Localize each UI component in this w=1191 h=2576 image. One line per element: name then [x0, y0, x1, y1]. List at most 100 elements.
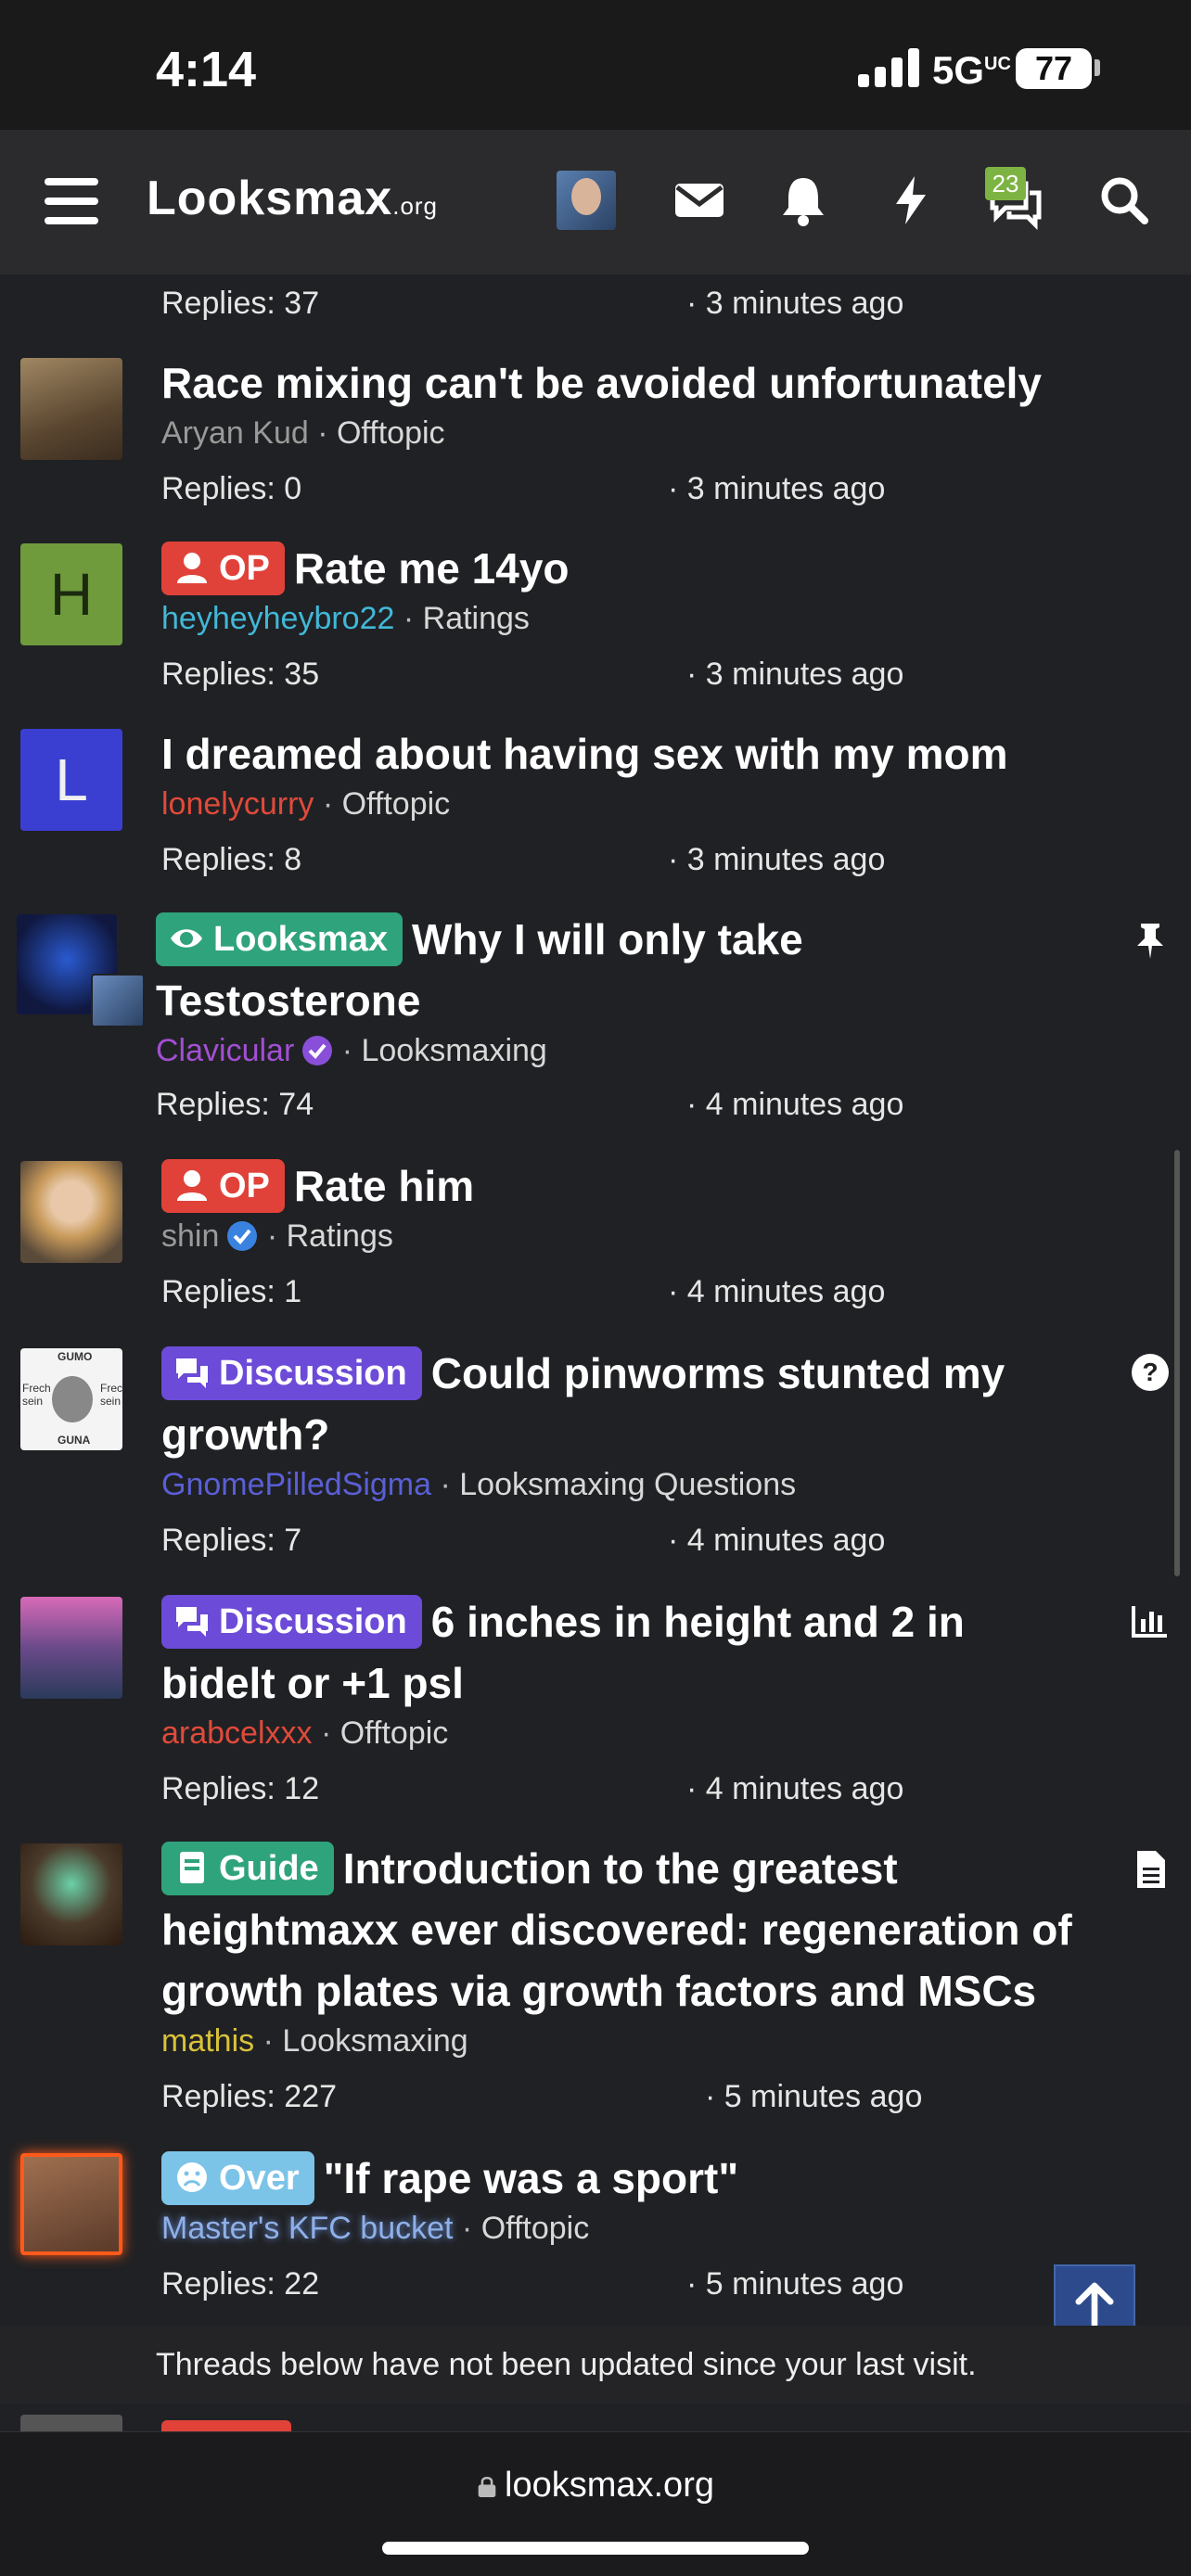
document-icon	[1137, 1851, 1165, 1888]
thread-time[interactable]: · 4 minutes ago	[686, 1771, 903, 1807]
menu-icon[interactable]	[45, 178, 98, 224]
thread-forum[interactable]: Offtopic	[340, 1715, 449, 1751]
avatar[interactable]	[20, 358, 122, 460]
thread-replies: Replies: 7	[161, 1523, 302, 1558]
thread-title[interactable]: OP Rate him	[161, 1155, 1126, 1217]
browser-url-bar[interactable]: looksmax.org	[0, 2431, 1191, 2576]
thread-meta: GnomePilledSigma · Looksmaxing Questions	[161, 1467, 797, 1502]
verified-icon	[302, 1036, 333, 1065]
question-icon: ?	[1132, 1354, 1169, 1391]
thread-time[interactable]: · 3 minutes ago	[686, 657, 903, 693]
thread-replies: Replies: 35	[161, 657, 320, 692]
thread-title[interactable]: Looksmax Why I will only take Testosterone	[156, 909, 1126, 1031]
mail-icon[interactable]	[670, 171, 729, 230]
chat-icon	[176, 1607, 208, 1637]
avatar[interactable]	[20, 2153, 122, 2255]
avatar[interactable]	[20, 2415, 122, 2431]
book-icon	[180, 1852, 204, 1883]
thread-time[interactable]: · 5 minutes ago	[705, 2079, 922, 2115]
thread-time[interactable]: · 3 minutes ago	[668, 471, 885, 507]
home-indicator[interactable]	[382, 2542, 809, 2555]
thread-forum[interactable]: Ratings	[423, 601, 530, 636]
thread-forum[interactable]: Looksmaxing	[361, 1033, 546, 1068]
site-logo[interactable]: Looksmax.org	[147, 171, 438, 226]
thread-time[interactable]: · 4 minutes ago	[668, 1274, 885, 1310]
thread-author[interactable]: GnomePilledSigma	[161, 1467, 431, 1502]
avatar[interactable]: H	[20, 543, 122, 645]
url-display[interactable]: looksmax.org	[0, 2466, 1191, 2506]
thread-meta: shin · Ratings	[161, 1218, 393, 1254]
battery-icon: 77	[1016, 48, 1092, 89]
thread-author[interactable]: Master's KFC bucket	[161, 2211, 453, 2246]
thread-time[interactable]: · 3 minutes ago	[686, 286, 903, 322]
thread-author[interactable]: lonelycurry	[161, 786, 314, 822]
prefix-discussion[interactable]: Discussion	[161, 1595, 422, 1649]
thread-replies: Replies: 37	[161, 286, 320, 321]
thread-meta: arabcelxxx · Offtopic	[161, 1715, 449, 1751]
thread-replies: Replies: 227	[161, 2079, 338, 2114]
thread-title[interactable]: I dreamed about having sex with my mom	[161, 723, 1126, 784]
conversations-badge: 23	[985, 167, 1026, 200]
prefix-op[interactable]: OP	[161, 542, 285, 595]
prefix-discussion[interactable]: Discussion	[161, 1346, 422, 1400]
thread-author[interactable]: arabcelxxx	[161, 1715, 313, 1751]
user-icon	[177, 553, 207, 583]
avatar[interactable]: L	[20, 729, 122, 831]
scrollbar[interactable]	[1174, 1150, 1180, 1576]
thread-forum[interactable]: Offtopic	[342, 786, 451, 822]
thread-meta: Master's KFC bucket · Offtopic	[161, 2211, 590, 2246]
lightning-icon[interactable]	[881, 171, 941, 230]
eye-icon	[171, 929, 202, 948]
avatar[interactable]	[20, 1843, 122, 1945]
thread-forum[interactable]: Offtopic	[481, 2211, 590, 2246]
thread-author[interactable]: heyheyheybro22	[161, 601, 394, 636]
thread-meta: Clavicular · Looksmaxing	[156, 1033, 547, 1068]
prefix-op[interactable]	[161, 2420, 291, 2431]
thread-title[interactable]: Discussion Could pinworms stunted my growt…	[161, 1343, 1126, 1465]
thread-meta: lonelycurry · Offtopic	[161, 786, 451, 822]
thread-forum[interactable]: Ratings	[287, 1218, 393, 1254]
status-time: 4:14	[156, 42, 257, 97]
thread-time[interactable]: · 5 minutes ago	[686, 2266, 903, 2302]
thread-title[interactable]: Race mixing can't be avoided unfortunate…	[161, 352, 1126, 414]
thread-time[interactable]: · 4 minutes ago	[668, 1523, 885, 1559]
user-avatar[interactable]	[557, 171, 616, 230]
avatar[interactable]: GUMO Frech sein Frech sein GUNA	[20, 1348, 122, 1450]
chat-icon	[176, 1358, 208, 1388]
unread-divider-note: Threads below have not been updated sinc…	[0, 2326, 1191, 2404]
status-bar: 4:14 5GUC 77	[0, 0, 1191, 130]
avatar[interactable]	[20, 1597, 122, 1699]
thread-author[interactable]: Clavicular	[156, 1033, 294, 1068]
thread-forum[interactable]: Looksmaxing	[282, 2023, 467, 2059]
thread-title[interactable]: Guide Introduction to the greatest heightm…	[161, 1838, 1126, 2021]
thread-author[interactable]: shin	[161, 1218, 219, 1254]
thread-title[interactable]: OP Rate me 14yo	[161, 538, 1126, 599]
thread-author[interactable]: Aryan Kud	[161, 415, 309, 451]
thread-replies: Replies: 12	[161, 1771, 320, 1806]
avatar[interactable]	[20, 1161, 122, 1263]
thread-author[interactable]: mathis	[161, 2023, 254, 2059]
prefix-over[interactable]: Over	[161, 2151, 314, 2205]
prefix-op[interactable]: OP	[161, 1159, 285, 1213]
signal-icon	[858, 48, 923, 87]
prefix-guide[interactable]: Guide	[161, 1842, 334, 1895]
thread-forum[interactable]: Looksmaxing Questions	[459, 1467, 796, 1502]
poll-icon	[1132, 1606, 1167, 1638]
thread-replies: Replies: 74	[156, 1087, 314, 1122]
prefix-looksmax[interactable]: Looksmax	[156, 912, 403, 966]
thread-forum[interactable]: Offtopic	[337, 415, 445, 451]
network-label: 5GUC	[932, 48, 1011, 92]
thread-title[interactable]: Over "If rape was a sport"	[161, 2148, 1126, 2209]
thread-replies: Replies: 1	[161, 1274, 302, 1309]
search-icon[interactable]	[1095, 171, 1154, 230]
sad-face-icon	[177, 2162, 207, 2192]
bell-icon[interactable]	[774, 171, 833, 230]
thread-title[interactable]: Discussion 6 inches in height and 2 in bid…	[161, 1591, 1126, 1714]
thread-meta: mathis · Looksmaxing	[161, 2023, 468, 2059]
secondary-avatar[interactable]	[91, 974, 145, 1027]
thread-time[interactable]: · 4 minutes ago	[686, 1087, 903, 1123]
thread-replies: Replies: 8	[161, 842, 302, 877]
lock-icon	[478, 2477, 496, 2497]
user-icon	[177, 1170, 207, 1201]
thread-time[interactable]: · 3 minutes ago	[668, 842, 885, 878]
